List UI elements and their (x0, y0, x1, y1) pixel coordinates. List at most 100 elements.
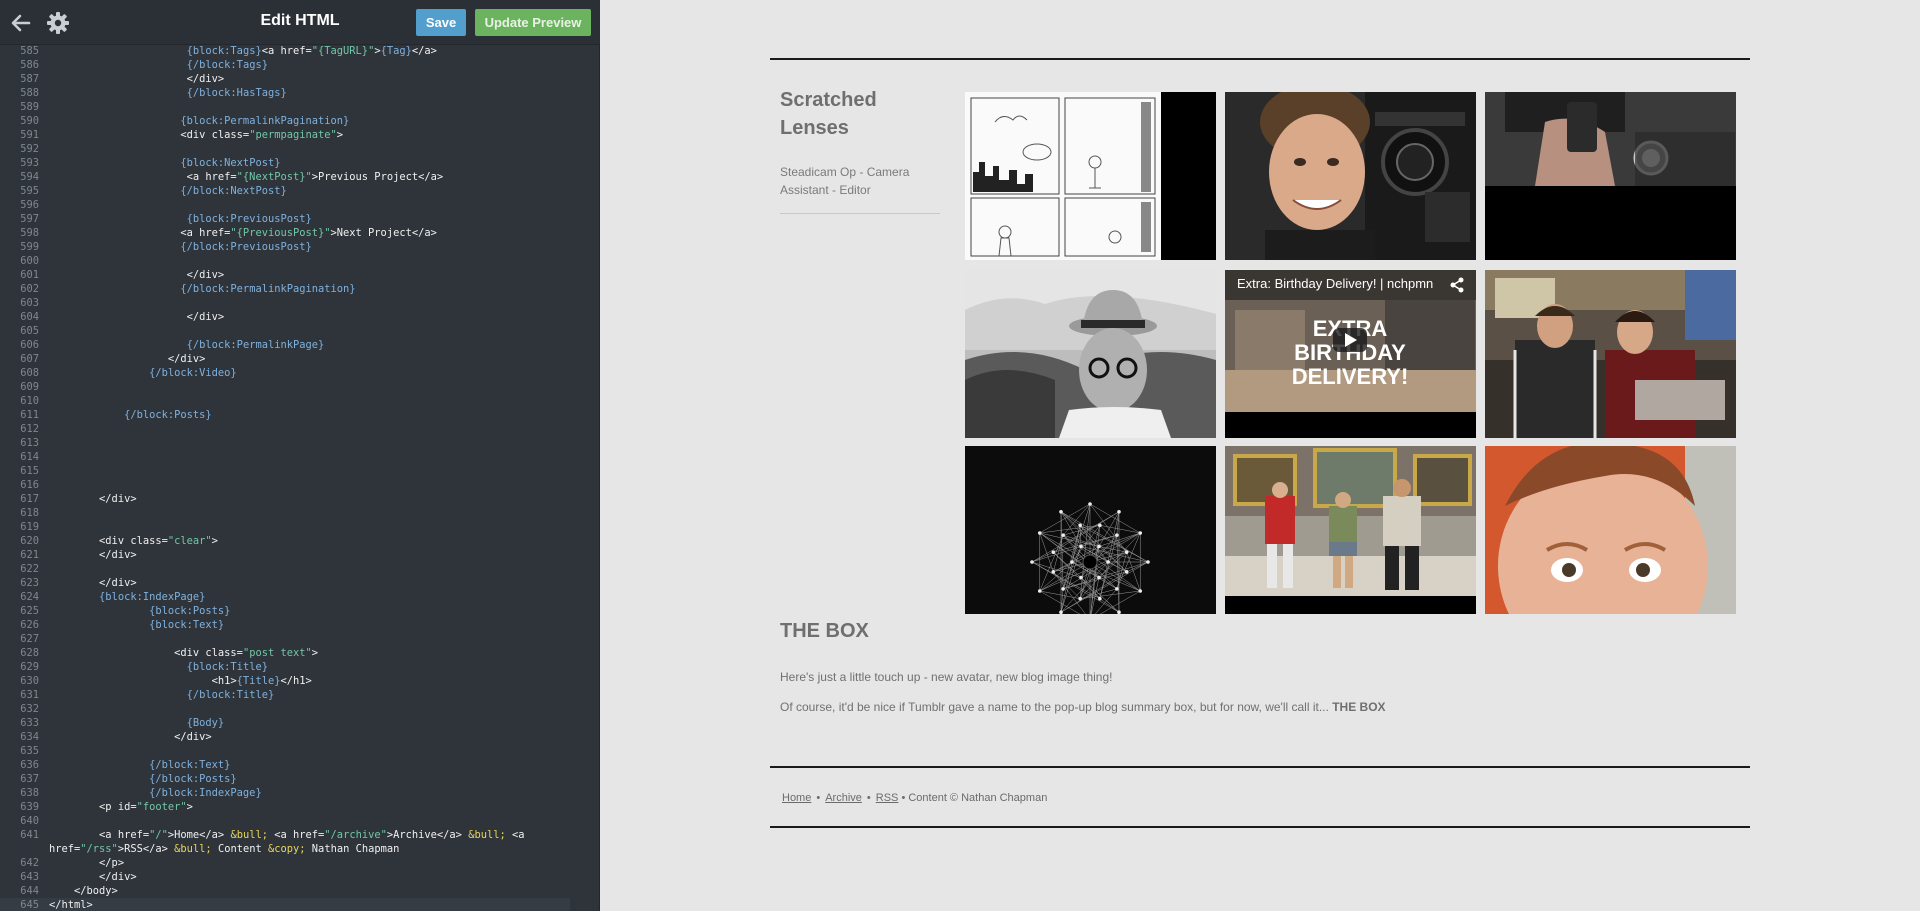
code-line[interactable]: 621 </div> (0, 548, 600, 562)
code-line[interactable]: 638 {/block:IndexPage} (0, 786, 600, 800)
code-line[interactable]: 600 (0, 254, 600, 268)
network-node (1061, 533, 1065, 537)
code-line[interactable]: 591 <div class="permpaginate"> (0, 128, 600, 142)
code-text: </body> (49, 884, 118, 897)
code-line[interactable]: 601 </div> (0, 268, 600, 282)
code-line[interactable]: 597 {block:PreviousPost} (0, 212, 600, 226)
code-text: {/block:PermalinkPage} (186, 338, 325, 351)
network-node (1117, 509, 1121, 514)
code-line[interactable]: 644 </body> (0, 884, 600, 898)
code-line[interactable]: 640 (0, 814, 600, 828)
code-line[interactable]: 608 {/block:Video} (0, 366, 600, 380)
network-graph-thumbnail[interactable] (965, 446, 1216, 614)
post-title[interactable]: THE BOX (780, 620, 869, 643)
code-line[interactable]: 587 </div> (0, 72, 600, 86)
update-preview-button[interactable]: Update Preview (475, 9, 591, 36)
code-line[interactable]: 594 <a href="{NextPost}">Previous Projec… (0, 170, 600, 184)
code-line[interactable]: 605 (0, 324, 600, 338)
code-line[interactable]: 606 {/block:PermalinkPage} (0, 338, 600, 352)
code-line[interactable]: 589 (0, 100, 600, 114)
code-text: <div class="permpaginate"> (49, 128, 344, 141)
code-line[interactable]: 632 (0, 702, 600, 716)
code-line[interactable]: 637 {/block:Posts} (0, 772, 600, 786)
code-line[interactable]: 642 </p> (0, 856, 600, 870)
code-line[interactable]: 586 {/block:Tags} (0, 58, 600, 72)
code-line[interactable]: 631 {/block:Title} (0, 688, 600, 702)
code-text: <a href="/">Home</a> &bull; <a href="/ar… (49, 828, 525, 841)
code-line[interactable]: 618 (0, 506, 600, 520)
code-area[interactable]: 585 {block:Tags}<a href="{TagURL}">{Tag}… (0, 44, 600, 911)
code-line[interactable]: 585 {block:Tags}<a href="{TagURL}">{Tag}… (0, 44, 600, 58)
code-line[interactable]: 603 (0, 296, 600, 310)
code-line[interactable]: 596 (0, 198, 600, 212)
code-line[interactable]: 624 {block:IndexPage} (0, 590, 600, 604)
line-number: 628 (20, 646, 39, 659)
network-node (1098, 596, 1102, 601)
blog-title[interactable]: Scratched Lenses (780, 86, 920, 142)
blog-description: Steadicam Op - Camera Assistant - Editor (780, 165, 910, 197)
code-line[interactable]: 620 <div class="clear"> (0, 534, 600, 548)
network-node (1051, 570, 1056, 574)
code-line[interactable]: 645 </html> (0, 897, 570, 911)
line-number: 601 (20, 268, 39, 281)
code-text: {/block:Video} (149, 366, 237, 379)
face-closeup-thumbnail[interactable] (1485, 446, 1736, 614)
code-line[interactable]: 623 </div> (0, 576, 600, 590)
code-line[interactable]: 617 </div> (0, 492, 600, 506)
code-line[interactable]: 629 {block:Title} (0, 660, 600, 674)
code-line[interactable]: 622 (0, 562, 600, 576)
code-line[interactable]: 613 (0, 436, 600, 450)
code-line[interactable]: 635 (0, 744, 600, 758)
museum-scene-thumbnail[interactable] (1225, 446, 1476, 614)
code-line[interactable]: 616 (0, 478, 600, 492)
code-line[interactable]: 625 {block:Posts} (0, 604, 600, 618)
birthday-delivery-video-thumbnail[interactable]: EXTRA BIRTHDAY DELIVERY! Extra: Birthday… (1225, 270, 1476, 438)
code-line[interactable]: 593 {block:NextPost} (0, 156, 600, 170)
code-line[interactable]: 592 (0, 142, 600, 156)
man-in-hat-thumbnail[interactable] (965, 270, 1216, 438)
code-line[interactable]: 604 </div> (0, 310, 600, 324)
code-line[interactable]: 626 {block:Text} (0, 618, 600, 632)
code-line[interactable]: 611 {/block:Posts} (0, 408, 600, 422)
code-line[interactable]: 598 <a href="{PreviousPost}">Next Projec… (0, 226, 600, 240)
watch-hand-thumbnail[interactable] (1485, 92, 1736, 260)
code-line[interactable]: 614 (0, 450, 600, 464)
code-line[interactable]: 595 {/block:NextPost} (0, 184, 600, 198)
arrow-left-icon[interactable] (8, 10, 34, 36)
footer-home-link[interactable]: Home (782, 792, 811, 804)
code-line[interactable]: 639 <p id="footer"> (0, 800, 600, 814)
code-line[interactable]: 628 <div class="post text"> (0, 646, 600, 660)
network-node (1037, 531, 1042, 535)
code-line[interactable]: 612 (0, 422, 600, 436)
code-line[interactable]: 630 <h1>{Title}</h1> (0, 674, 600, 688)
code-line[interactable]: 619 (0, 520, 600, 534)
code-line[interactable]: 588 {/block:HasTags} (0, 86, 600, 100)
code-line[interactable]: 615 (0, 464, 600, 478)
code-line[interactable]: 590 {block:PermalinkPagination} (0, 114, 600, 128)
code-line[interactable]: 633 {Body} (0, 716, 600, 730)
code-line[interactable]: 610 (0, 394, 600, 408)
code-line[interactable]: 602 {/block:PermalinkPagination} (0, 282, 600, 296)
comic-thumbnail[interactable] (965, 92, 1216, 260)
line-number: 643 (20, 870, 39, 883)
footer-separator: • (816, 792, 821, 804)
code-line[interactable]: 643 </div> (0, 870, 600, 884)
code-line[interactable]: 627 (0, 632, 600, 646)
line-number: 591 (20, 128, 39, 141)
line-number: 611 (20, 408, 39, 421)
code-line[interactable]: 599 {/block:PreviousPost} (0, 240, 600, 254)
gear-icon[interactable] (45, 10, 71, 36)
code-line[interactable]: 607 </div> (0, 352, 600, 366)
code-line[interactable]: 609 (0, 380, 600, 394)
play-icon[interactable] (1333, 328, 1367, 352)
save-button[interactable]: Save (416, 9, 466, 36)
code-line[interactable]: 634 </div> (0, 730, 600, 744)
train-couple-thumbnail[interactable] (1485, 270, 1736, 438)
footer-archive-link[interactable]: Archive (825, 792, 862, 804)
code-line[interactable]: 636 {/block:Text} (0, 758, 600, 772)
code-line[interactable]: href="/rss">RSS</a> &bull; Content &copy… (0, 842, 600, 856)
code-line[interactable]: 641 <a href="/">Home</a> &bull; <a href=… (0, 828, 600, 842)
code-text: </div> (49, 352, 206, 365)
footer-rss-link[interactable]: RSS (876, 792, 899, 804)
camera-operator-thumbnail[interactable] (1225, 92, 1476, 260)
